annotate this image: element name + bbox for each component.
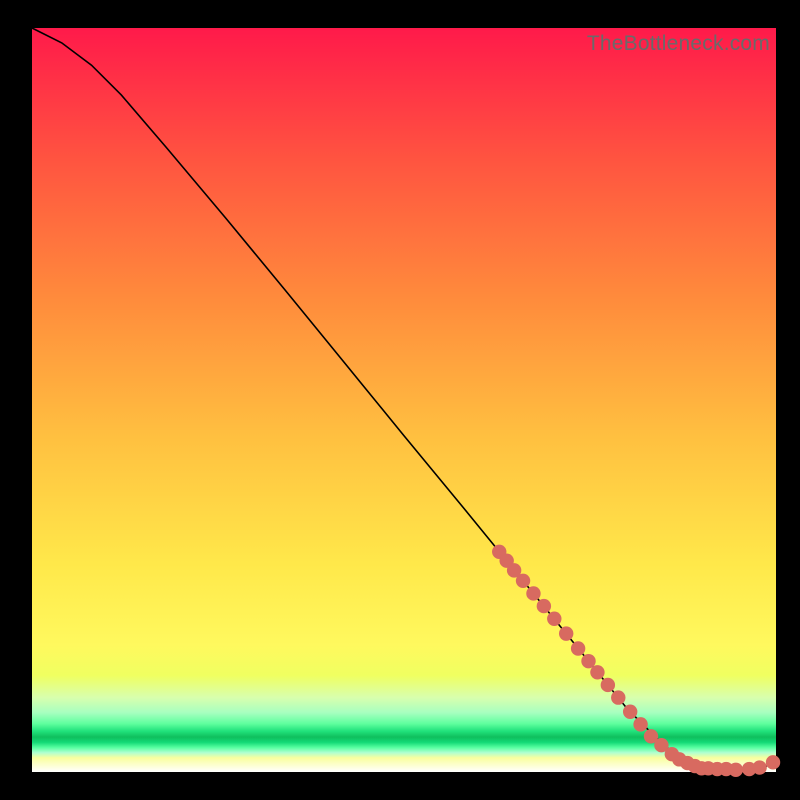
data-point bbox=[611, 690, 625, 704]
data-point bbox=[766, 755, 780, 769]
data-point bbox=[526, 586, 540, 600]
data-point bbox=[537, 599, 551, 613]
data-point bbox=[601, 678, 615, 692]
data-point bbox=[516, 574, 530, 588]
data-point bbox=[547, 612, 561, 626]
data-point bbox=[633, 717, 647, 731]
data-point bbox=[590, 665, 604, 679]
data-point bbox=[623, 705, 637, 719]
marker-layer bbox=[492, 545, 780, 777]
data-point bbox=[581, 654, 595, 668]
data-point bbox=[752, 760, 766, 774]
data-point bbox=[559, 626, 573, 640]
curve-line bbox=[32, 28, 776, 771]
chart-svg bbox=[32, 28, 776, 772]
plot-area: TheBottleneck.com bbox=[32, 28, 776, 772]
data-point bbox=[571, 641, 585, 655]
data-point bbox=[729, 763, 743, 777]
